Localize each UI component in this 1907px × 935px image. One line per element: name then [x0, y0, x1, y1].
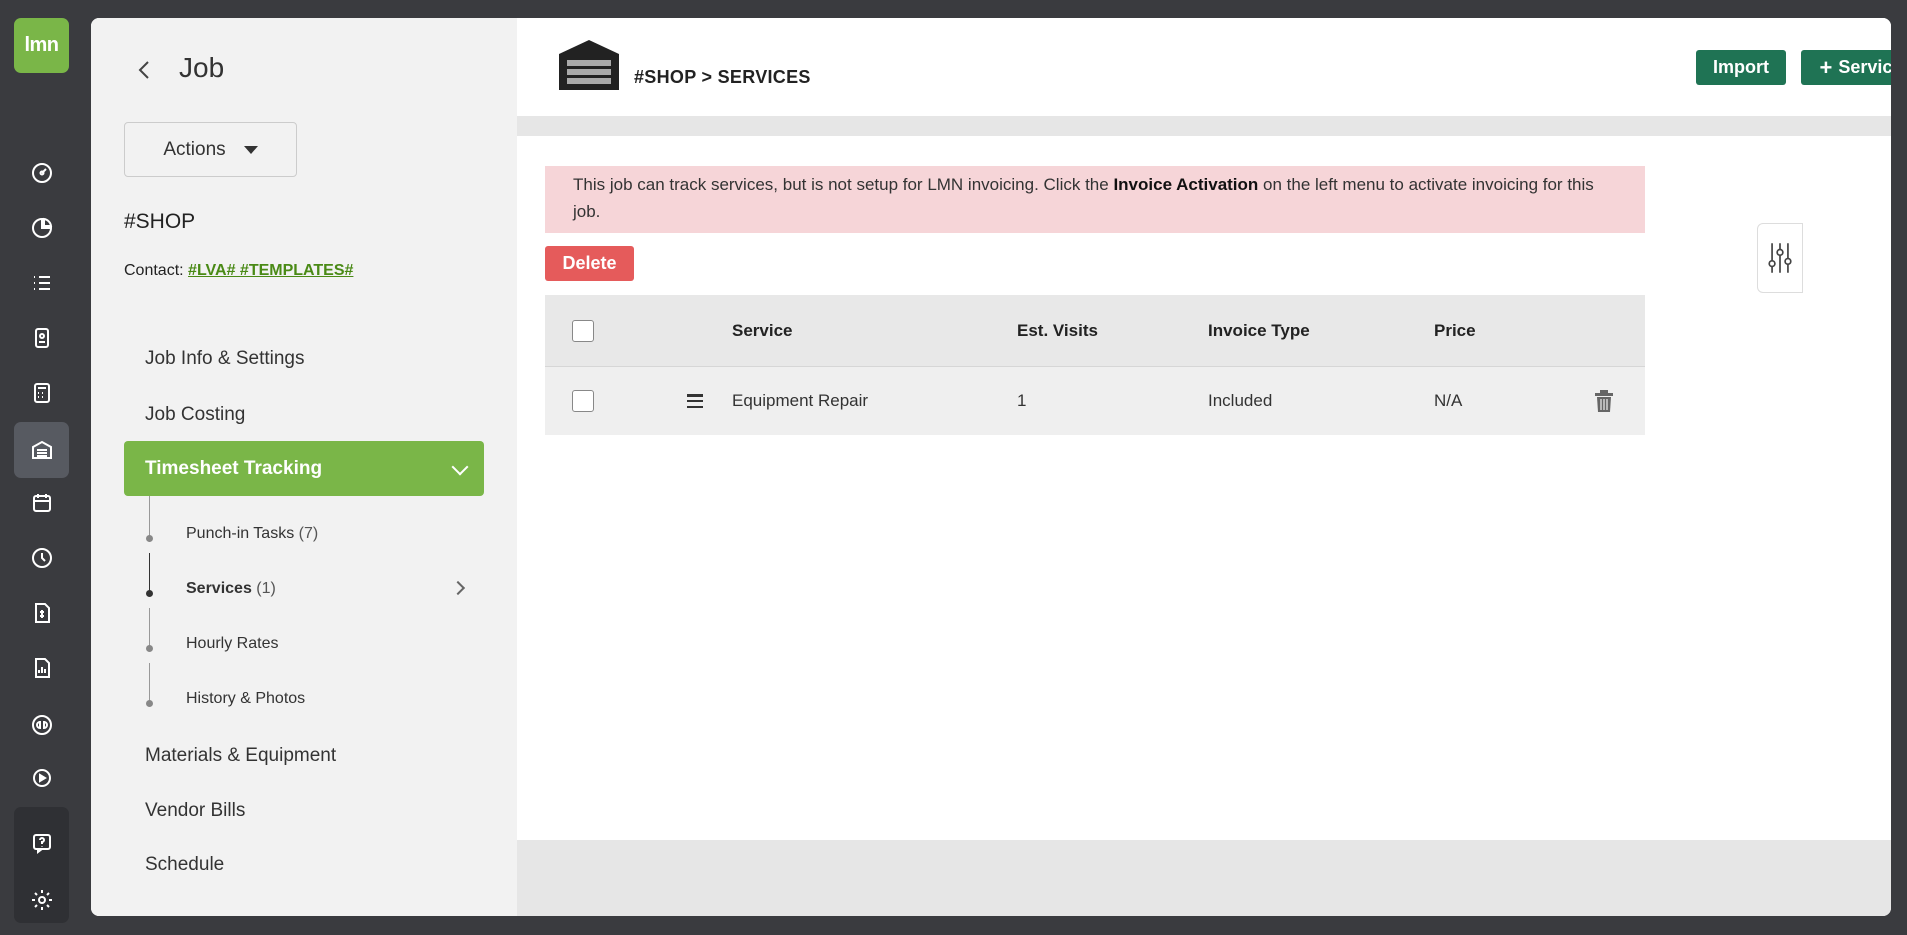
icon-rail: lmn — [0, 0, 83, 935]
drag-handle[interactable] — [687, 367, 703, 435]
invoice-alert: This job can track services, but is not … — [545, 166, 1645, 233]
sliders-icon — [1768, 243, 1792, 273]
garage-icon — [559, 40, 619, 90]
contact-link[interactable]: #LVA# #TEMPLATES# — [188, 262, 353, 279]
content-footer — [517, 840, 1891, 916]
sub-services[interactable]: Services (1) — [186, 580, 276, 598]
menu-vendor-bills[interactable]: Vendor Bills — [145, 800, 245, 822]
drag-handle-icon — [687, 394, 703, 408]
menu-timesheet-label: Timesheet Tracking — [145, 457, 323, 479]
main-card: Job Actions #SHOP Contact: #LVA# #TEMPLA… — [91, 18, 1891, 916]
row-checkbox[interactable] — [572, 390, 594, 412]
menu-materials-equipment[interactable]: Materials & Equipment — [145, 745, 336, 767]
cell-est-visits: 1 — [1017, 391, 1027, 410]
services-count: (1) — [256, 580, 276, 597]
table-header: Service Est. Visits Invoice Type Price — [545, 295, 1645, 367]
cell-invoice-type: Included — [1208, 391, 1273, 410]
chevron-down-icon — [451, 458, 469, 476]
header-divider — [517, 116, 1891, 136]
sub-hourly-rates[interactable]: Hourly Rates — [186, 635, 278, 653]
import-label: Import — [1713, 57, 1769, 77]
add-service-label: Service — [1838, 57, 1891, 77]
calendar-icon[interactable] — [14, 480, 69, 526]
lmn-logo[interactable]: lmn — [14, 18, 69, 73]
import-button[interactable]: Import — [1696, 50, 1786, 85]
tree-line — [149, 663, 150, 703]
play-icon[interactable] — [14, 755, 69, 801]
punch-count: (7) — [298, 525, 319, 542]
breadcrumb: #SHOP > SERVICES — [634, 67, 811, 87]
contact-label: Contact: — [124, 262, 184, 279]
menu-schedule[interactable]: Schedule — [145, 854, 224, 876]
dashboard-icon[interactable] — [14, 150, 69, 196]
trash-icon — [1595, 390, 1613, 412]
services-content: #SHOP > SERVICES Import + Service This j… — [517, 18, 1891, 916]
tree-dot — [146, 535, 153, 542]
tree-dot — [146, 590, 153, 597]
tree-line — [149, 553, 150, 593]
col-service[interactable]: Service — [732, 295, 793, 366]
tree-dot — [146, 700, 153, 707]
caret-down-icon — [243, 145, 258, 154]
menu-timesheet-tracking[interactable]: Timesheet Tracking — [124, 441, 484, 496]
punch-label: Punch-in Tasks — [186, 525, 295, 542]
calculator-icon[interactable] — [14, 370, 69, 416]
list-icon[interactable] — [14, 260, 69, 306]
alert-text-pre: This job can track services, but is not … — [573, 175, 1114, 194]
job-name: #SHOP — [124, 210, 196, 233]
tree-line — [149, 608, 150, 648]
add-service-button[interactable]: + Service — [1801, 50, 1891, 85]
settings-icon[interactable] — [14, 877, 69, 923]
sub-history-photos[interactable]: History & Photos — [186, 690, 305, 708]
logo-text: lmn — [24, 34, 59, 56]
col-est-visits[interactable]: Est. Visits — [1017, 295, 1098, 366]
clock-icon[interactable] — [14, 535, 69, 581]
sub-punch-in-tasks[interactable]: Punch-in Tasks (7) — [186, 525, 318, 543]
quickbooks-icon[interactable] — [14, 702, 69, 748]
row-checkbox-cell — [572, 367, 594, 435]
table-row[interactable]: Equipment Repair 1 Included N/A — [545, 367, 1645, 435]
delete-row-button[interactable] — [1594, 367, 1614, 435]
delete-button[interactable]: Delete — [545, 246, 634, 281]
menu-job-costing[interactable]: Job Costing — [145, 404, 245, 426]
chevron-right-icon — [450, 580, 466, 596]
plus-icon: + — [1819, 54, 1833, 80]
contacts-icon[interactable] — [14, 315, 69, 361]
cell-service[interactable]: Equipment Repair — [732, 367, 868, 435]
report-icon[interactable] — [14, 645, 69, 691]
filter-settings-tab[interactable] — [1757, 223, 1803, 293]
services-label: Services — [186, 580, 252, 597]
select-all-checkbox-cell — [572, 295, 594, 366]
pie-chart-icon[interactable] — [14, 205, 69, 251]
contact-line: Contact: #LVA# #TEMPLATES# — [124, 262, 353, 280]
job-side-panel: Job Actions #SHOP Contact: #LVA# #TEMPLA… — [91, 18, 517, 916]
garage-icon[interactable] — [14, 422, 69, 478]
invoice-icon[interactable] — [14, 590, 69, 636]
actions-label: Actions — [163, 138, 226, 160]
cell-price: N/A — [1434, 391, 1463, 410]
side-title: Job — [179, 52, 225, 83]
services-table: Service Est. Visits Invoice Type Price E… — [545, 295, 1645, 435]
actions-dropdown[interactable]: Actions — [124, 122, 297, 177]
help-icon[interactable] — [14, 820, 69, 866]
select-all-checkbox[interactable] — [572, 319, 594, 342]
col-price[interactable]: Price — [1434, 295, 1476, 366]
menu-job-info[interactable]: Job Info & Settings — [145, 348, 305, 370]
back-arrow-icon[interactable] — [133, 58, 157, 82]
tree-dot — [146, 645, 153, 652]
col-invoice-type[interactable]: Invoice Type — [1208, 295, 1310, 366]
alert-text-bold: Invoice Activation — [1113, 175, 1259, 194]
content-header: #SHOP > SERVICES Import + Service — [517, 18, 1891, 116]
